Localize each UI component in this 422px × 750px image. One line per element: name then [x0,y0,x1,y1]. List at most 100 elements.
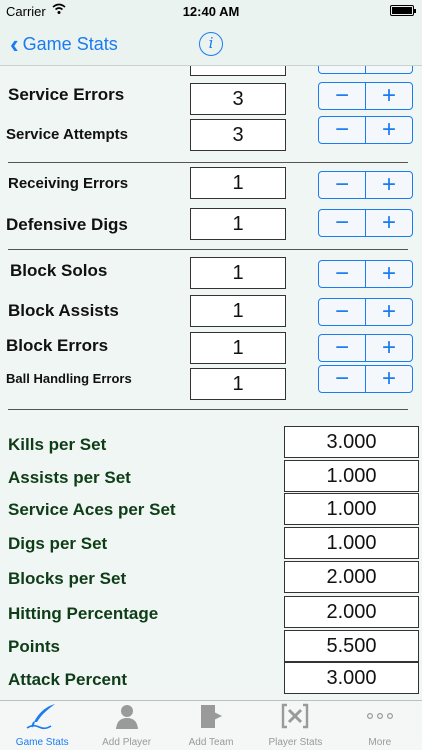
decrement-button[interactable]: − [319,299,366,325]
calc-value: 2.000 [284,561,419,593]
tab-label: Add Team [188,737,234,748]
increment-button[interactable]: + [366,66,412,73]
stat-label: Block Errors [6,336,109,355]
stat-label: Block Assists [8,301,119,320]
stat-stepper[interactable]: − + [318,66,413,74]
decrement-button[interactable]: − [319,172,366,198]
tab-player-stats[interactable]: Player Stats [253,701,337,750]
stat-value[interactable]: 1 [190,368,286,400]
stat-value[interactable]: 3 [190,83,286,115]
calc-label: Blocks per Set [8,569,127,588]
section-divider [8,249,408,250]
stat-value[interactable]: 1 [190,167,286,199]
more-dots-icon [338,701,422,731]
decrement-button[interactable]: − [319,366,366,392]
navigation-bar: ‹ Game Stats i [0,22,422,66]
status-time: 12:40 AM [182,4,240,19]
calc-row-kills-per-set: Kills per Set 3.000 [0,426,422,458]
chevron-left-icon: ‹ [10,29,19,59]
stat-label: Block Solos [10,261,108,280]
stat-row-block-errors: Block Errors 1 − + [0,332,422,364]
calc-label: Points [8,637,60,656]
decrement-button[interactable]: − [319,335,366,361]
quill-icon [0,701,84,731]
calc-label: Service Aces per Set [8,500,176,519]
increment-button[interactable]: + [366,172,412,198]
person-icon [84,701,168,731]
stat-stepper[interactable]: − + [318,260,413,288]
calc-label: Hitting Percentage [8,604,159,623]
increment-button[interactable]: + [366,299,412,325]
stat-value[interactable]: 1 [190,332,286,364]
calc-value: 1.000 [284,493,419,525]
increment-button[interactable]: + [366,366,412,392]
increment-button[interactable]: + [366,83,412,109]
status-bar: Carrier 12:40 AM [0,0,422,22]
stat-label: Service Errors [8,85,125,104]
stat-row-receiving-errors: Receiving Errors 1 − + [0,167,422,199]
stats-content[interactable]: 1 − + Service Errors 3 − + Service Attem… [0,66,422,700]
calc-value: 2.000 [284,596,419,628]
calc-row-blocks-per-set: Blocks per Set 2.000 [0,561,422,593]
calc-label: Kills per Set [8,435,107,454]
stat-stepper[interactable]: − + [318,298,413,326]
back-button[interactable]: ‹ Game Stats [10,30,118,58]
calc-label: Digs per Set [8,534,108,553]
stat-row-block-solos: Block Solos 1 − + [0,257,422,289]
decrement-button[interactable]: − [319,117,366,143]
tab-label: Player Stats [268,737,323,748]
stat-value[interactable]: 1 [190,257,286,289]
stat-row-block-assists: Block Assists 1 − + [0,295,422,327]
bracket-x-icon [253,701,337,731]
info-icon[interactable]: i [199,32,223,56]
decrement-button[interactable]: − [319,261,366,287]
increment-button[interactable]: + [366,117,412,143]
decrement-button[interactable]: − [319,210,366,236]
stat-stepper[interactable]: − + [318,334,413,362]
tab-add-player[interactable]: Add Player [84,701,168,750]
calc-label: Attack Percent [8,670,128,689]
tab-bar: Game Stats Add Player Add Team Player St… [0,700,422,750]
stat-row-service-attempts: Service Attempts 3 − + [0,116,422,151]
battery-icon [390,5,416,16]
tab-more[interactable]: More [338,701,422,750]
calc-value: 5.500 [284,630,419,662]
section-divider [8,409,408,410]
stat-row-ball-handling-errors: Ball Handling Errors 1 − + [0,365,422,400]
calc-row-assists-per-set: Assists per Set 1.000 [0,460,422,492]
tab-game-stats[interactable]: Game Stats [0,701,84,750]
tab-label: More [368,737,392,748]
calc-value: 1.000 [284,460,419,492]
calc-row-digs-per-set: Digs per Set 1.000 [0,527,422,559]
stat-label: Defensive Digs [6,215,128,234]
tab-label: Add Player [102,737,152,748]
decrement-button[interactable]: − [319,66,366,73]
stat-stepper[interactable]: − + [318,82,413,110]
stat-stepper[interactable]: − + [318,171,413,199]
stat-value[interactable]: 1 [190,295,286,327]
stat-stepper[interactable]: − + [318,365,413,393]
stat-stepper[interactable]: − + [318,116,413,144]
stat-label: Ball Handling Errors [6,371,132,386]
section-divider [8,162,408,163]
increment-button[interactable]: + [366,210,412,236]
increment-button[interactable]: + [366,335,412,361]
stat-row-defensive-digs: Defensive Digs 1 − + [0,208,422,240]
calc-row-points: Points 5.500 [0,630,422,662]
increment-button[interactable]: + [366,261,412,287]
calc-row-attack-percent: Attack Percent 3.000 [0,662,422,694]
stat-row-service-errors: Service Errors 3 − + [0,82,422,115]
stat-stepper[interactable]: − + [318,209,413,237]
stat-value[interactable]: 1 [190,208,286,240]
calc-row-hitting-percentage: Hitting Percentage 2.000 [0,596,422,628]
stat-value[interactable]: 1 [190,66,286,76]
calc-value: 1.000 [284,527,419,559]
stat-value[interactable]: 3 [190,119,286,151]
decrement-button[interactable]: − [319,83,366,109]
tab-label: Game Stats [15,737,69,748]
calc-value: 3.000 [284,426,419,458]
stat-row-partial: 1 − + [0,66,422,76]
stat-label: Receiving Errors [8,175,129,192]
calc-value: 3.000 [284,662,419,694]
tab-add-team[interactable]: Add Team [169,701,253,750]
